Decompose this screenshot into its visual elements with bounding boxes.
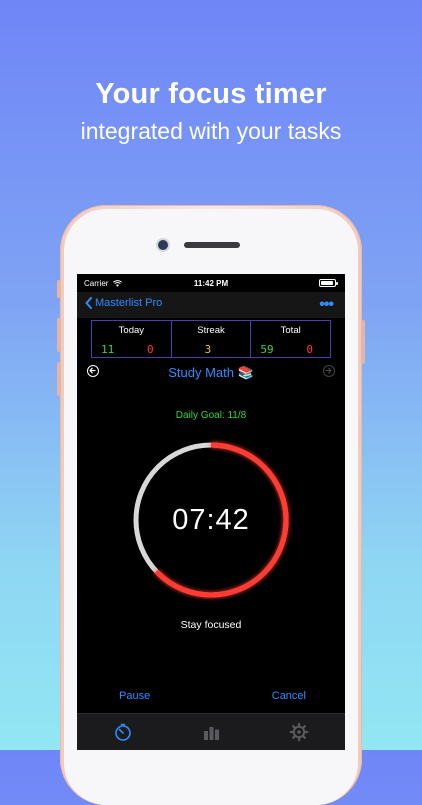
status-time: 11:42 PM — [193, 279, 229, 288]
next-task-button[interactable] — [323, 365, 335, 377]
tab-bar — [77, 713, 345, 750]
stat-streak: Streak 3 — [172, 321, 252, 357]
battery-icon — [319, 279, 338, 287]
pause-button[interactable]: Pause — [119, 690, 150, 702]
front-camera — [158, 240, 168, 250]
stats-table: Today 11 0 Streak 3 Total 59 0 — [91, 320, 331, 358]
headline-subtitle: integrated with your tasks — [80, 118, 342, 144]
earpiece-speaker — [184, 242, 240, 248]
timer-display: 07:42 — [172, 504, 250, 536]
daily-goal: Daily Goal: 11/8 — [175, 410, 247, 421]
task-header: Study Math 📚 — [77, 364, 345, 382]
ellipsis-icon[interactable]: ••• — [319, 296, 334, 314]
stat-today-secondary: 0 — [147, 343, 154, 356]
phone-screen: Carrier 11:42 PM Masterlist Pro ••• Toda… — [77, 274, 345, 750]
stat-total-label: Total — [280, 325, 301, 336]
bar-chart-icon[interactable] — [201, 722, 221, 742]
stat-streak-label: Streak — [197, 325, 225, 336]
stat-total-value: 59 — [260, 343, 274, 356]
stat-today-label: Today — [118, 325, 145, 336]
navigation-bar: Masterlist Pro ••• — [77, 292, 345, 318]
status-message: Stay focused — [180, 619, 242, 631]
chevron-left-icon — [85, 297, 92, 309]
stat-total: Total 59 0 — [251, 321, 330, 357]
volume-up-button — [57, 318, 61, 352]
stat-today-value: 11 — [101, 343, 115, 356]
mute-switch — [57, 280, 61, 298]
back-button[interactable]: Masterlist Pro — [85, 297, 162, 309]
arrow-right-icon — [325, 367, 332, 374]
volume-down-button — [57, 362, 61, 396]
headline-title: Your focus timer — [95, 78, 327, 110]
stat-today: Today 11 0 — [92, 321, 172, 357]
back-label: Masterlist Pro — [95, 297, 163, 309]
stat-streak-value: 3 — [204, 343, 212, 356]
gear-icon[interactable] — [289, 722, 309, 742]
timer-actions: Pause Cancel — [77, 690, 345, 704]
cancel-button[interactable]: Cancel — [272, 690, 306, 702]
timer-icon[interactable] — [113, 722, 133, 742]
task-title: Study Math 📚 — [168, 365, 254, 380]
stat-total-secondary: 0 — [306, 343, 313, 356]
status-bar: Carrier 11:42 PM — [77, 274, 345, 292]
power-button — [361, 320, 365, 364]
